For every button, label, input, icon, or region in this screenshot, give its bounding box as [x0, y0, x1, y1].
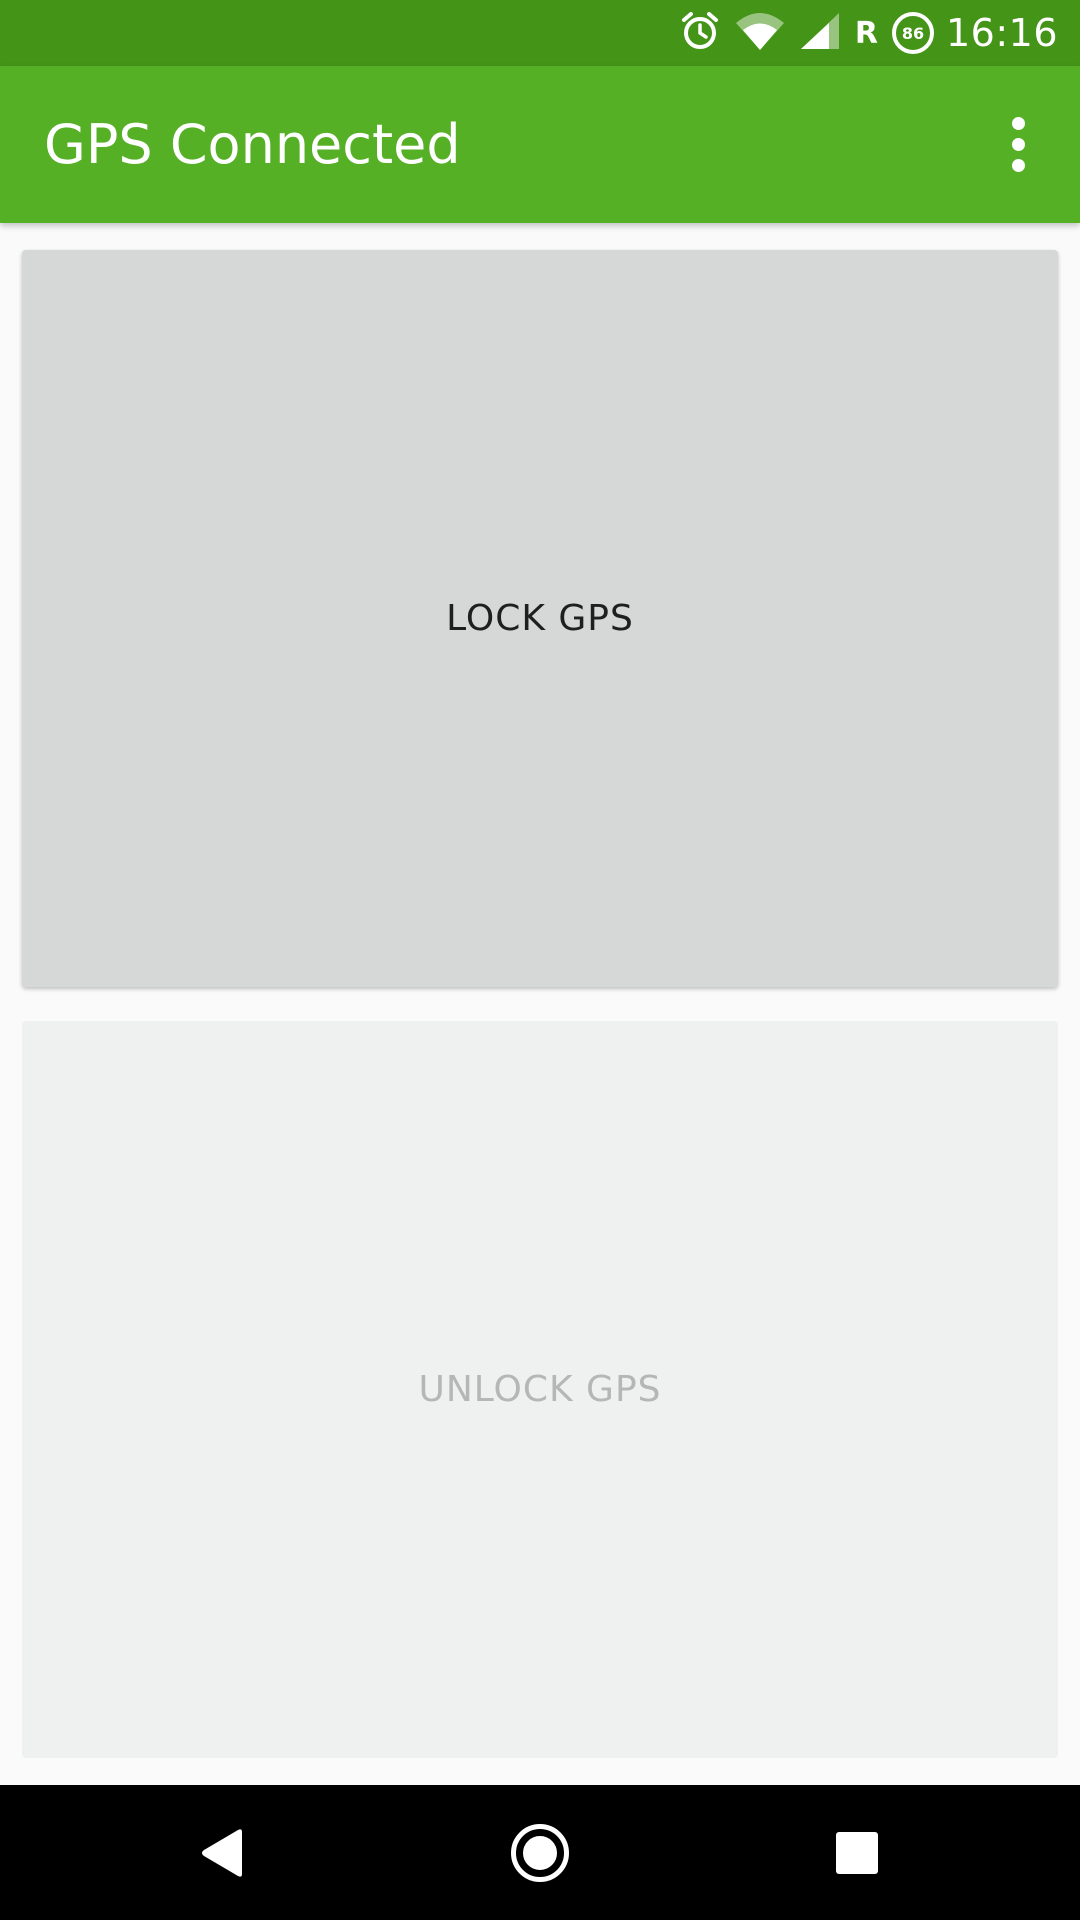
status-bar: R 86 16:16 — [0, 0, 1080, 66]
lock-gps-label: LOCK GPS — [446, 598, 634, 639]
screen: R 86 16:16 GPS Connected LOCK GPS UNLOCK… — [0, 0, 1080, 1920]
status-time: 16:16 — [945, 11, 1058, 55]
home-icon[interactable] — [470, 1785, 610, 1920]
overflow-dot — [1011, 137, 1025, 151]
roaming-indicator: R — [854, 15, 878, 51]
home-circle — [511, 1823, 569, 1882]
battery-level: 86 — [901, 23, 925, 43]
more-vert-icon[interactable] — [978, 104, 1058, 184]
battery-icon: 86 — [891, 12, 934, 54]
recents-square — [836, 1831, 878, 1874]
home-circle-inner — [520, 1832, 560, 1873]
alarm-icon — [679, 10, 721, 56]
app-bar: GPS Connected — [0, 66, 1080, 223]
overflow-dot — [1011, 158, 1025, 172]
recents-icon[interactable] — [787, 1785, 927, 1920]
unlock-gps-button[interactable]: UNLOCK GPS — [22, 1021, 1058, 1758]
status-icons: R 86 16:16 — [665, 0, 1058, 66]
back-icon[interactable] — [153, 1785, 293, 1920]
app-title: GPS Connected — [44, 113, 461, 176]
overflow-dot — [1011, 116, 1025, 130]
signal-icon — [799, 11, 841, 55]
navigation-bar — [0, 1785, 1080, 1920]
wifi-icon — [735, 11, 785, 55]
unlock-gps-label: UNLOCK GPS — [418, 1369, 662, 1410]
lock-gps-button[interactable]: LOCK GPS — [22, 250, 1058, 987]
